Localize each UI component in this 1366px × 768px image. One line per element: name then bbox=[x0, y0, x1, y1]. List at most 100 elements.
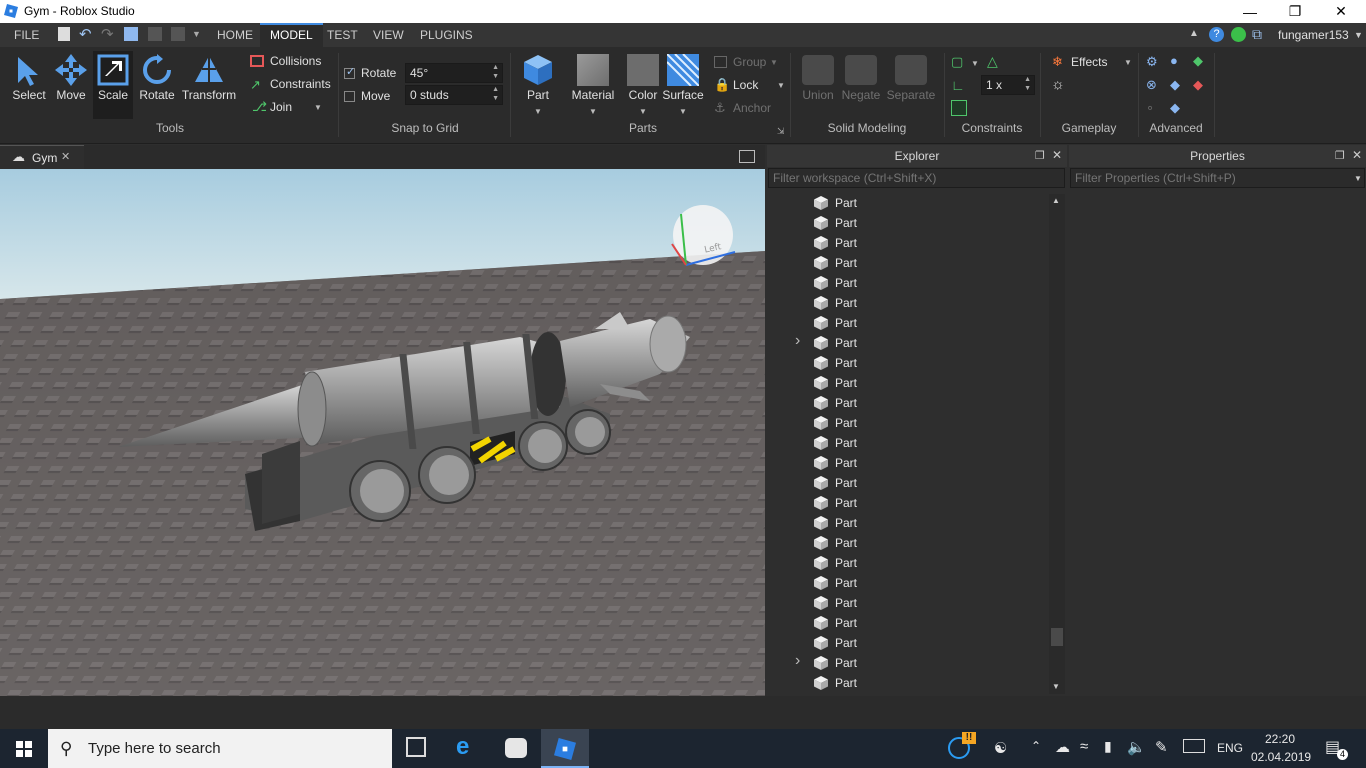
minimize-button[interactable]: — bbox=[1227, 0, 1273, 23]
explorer-close-icon[interactable]: ✕ bbox=[1052, 148, 1062, 162]
tab-test[interactable]: TEST bbox=[317, 23, 368, 47]
new-file-icon[interactable] bbox=[58, 27, 70, 41]
explorer-tree-item[interactable]: Part bbox=[767, 213, 1047, 233]
close-button[interactable]: ✕ bbox=[1318, 0, 1364, 23]
undo-icon[interactable]: ↶ bbox=[79, 25, 92, 43]
advanced-red-icon[interactable]: ◆ bbox=[1193, 77, 1203, 93]
group-button[interactable]: Group ▼ bbox=[714, 54, 784, 72]
advanced-blue-icon[interactable]: ◆ bbox=[1170, 77, 1180, 93]
explorer-tree-item[interactable]: Part bbox=[767, 533, 1047, 553]
expand-chevron-icon[interactable]: › bbox=[795, 331, 800, 351]
explorer-tree-item[interactable]: › Part bbox=[767, 331, 1047, 353]
windows-start-icon[interactable] bbox=[16, 741, 32, 757]
explorer-tree-item[interactable]: Part bbox=[767, 193, 1047, 213]
tab-view[interactable]: VIEW bbox=[363, 23, 414, 47]
explorer-tree-item[interactable]: Part bbox=[767, 413, 1047, 433]
publish-icon[interactable] bbox=[171, 27, 185, 41]
pen-icon[interactable]: ✎ bbox=[1155, 738, 1168, 756]
tab-plugins[interactable]: PLUGINS bbox=[410, 23, 483, 47]
move-snap-input[interactable]: 0 studs ▲ ▼ bbox=[405, 85, 503, 105]
advanced-green-icon[interactable]: ◆ bbox=[1193, 53, 1203, 69]
onedrive-icon[interactable]: ☁ bbox=[1055, 738, 1070, 756]
lock-button[interactable]: 🔒 Lock ▼ bbox=[714, 77, 786, 95]
task-view-icon[interactable] bbox=[406, 737, 426, 757]
tab-model[interactable]: MODEL bbox=[260, 23, 323, 47]
draw-on-top-icon[interactable]: △ bbox=[987, 53, 998, 70]
restore-button[interactable]: ❐ bbox=[1272, 0, 1318, 23]
collision-groups-icon[interactable]: ⊗ bbox=[1146, 77, 1157, 93]
taskbar-search-box[interactable]: ⚲ Type here to search bbox=[48, 729, 392, 768]
expand-chevron-icon[interactable]: › bbox=[795, 651, 800, 671]
tab-close-icon[interactable]: ✕ bbox=[61, 150, 70, 163]
discord-icon[interactable] bbox=[505, 738, 527, 758]
constraint-details-icon[interactable]: ▢ bbox=[951, 54, 963, 70]
save-icon[interactable] bbox=[148, 27, 162, 41]
scroll-up-icon[interactable]: ▲ bbox=[1052, 196, 1060, 205]
advanced-gear-icon[interactable]: ⚙ bbox=[1146, 54, 1158, 70]
transform-tool-button[interactable]: Transform bbox=[180, 53, 238, 103]
explorer-tree-item[interactable]: Part bbox=[767, 353, 1047, 373]
explorer-tree-item[interactable]: Part bbox=[767, 393, 1047, 413]
union-button[interactable]: Union bbox=[798, 53, 838, 113]
collisions-toggle[interactable]: Collisions bbox=[250, 53, 335, 71]
roblox-studio-taskbar-button[interactable] bbox=[541, 729, 589, 768]
separate-button[interactable]: Separate bbox=[884, 53, 938, 113]
explorer-tree-item[interactable]: Part bbox=[767, 573, 1047, 593]
scene-render[interactable]: Left bbox=[0, 169, 765, 696]
part-button[interactable]: Part ▼ bbox=[518, 53, 558, 119]
lighting-sun-icon[interactable]: ☼ bbox=[1051, 76, 1065, 93]
explorer-tree-item[interactable]: Part bbox=[767, 253, 1047, 273]
tab-home[interactable]: HOME bbox=[207, 23, 263, 47]
collapse-ribbon-icon[interactable]: ▲ bbox=[1189, 28, 1199, 39]
tray-expand-icon[interactable]: ⌃ bbox=[1031, 739, 1041, 753]
help-icon[interactable]: ? bbox=[1209, 27, 1224, 42]
3d-viewport[interactable]: Left bbox=[0, 169, 765, 696]
user-dropdown-icon[interactable]: ▼ bbox=[1354, 30, 1363, 40]
join-dropdown[interactable]: ⎇ Join ▼ bbox=[250, 99, 330, 117]
explorer-tree-item[interactable]: Part bbox=[767, 373, 1047, 393]
explorer-tree-item[interactable]: Part bbox=[767, 593, 1047, 613]
explorer-tree-item[interactable]: Part bbox=[767, 673, 1047, 693]
touch-keyboard-icon[interactable] bbox=[1183, 739, 1205, 753]
clock-time[interactable]: 22:20 bbox=[1265, 732, 1295, 746]
constraint-details-dropdown-icon[interactable]: ▼ bbox=[971, 59, 979, 68]
redo-icon[interactable]: ↷ bbox=[101, 25, 114, 43]
negate-button[interactable]: Negate bbox=[840, 53, 882, 113]
device-emulator-icon[interactable] bbox=[739, 150, 755, 163]
rotate-snap-input[interactable]: 45° ▲ ▼ bbox=[405, 63, 503, 83]
material-button[interactable]: Material ▼ bbox=[570, 53, 616, 119]
constraints-toggle[interactable]: ↗ Constraints bbox=[250, 76, 335, 94]
quick-access-dropdown-icon[interactable]: ▼ bbox=[192, 29, 201, 39]
clock-date[interactable]: 02.04.2019 bbox=[1251, 750, 1311, 764]
move-tool-button[interactable]: Move bbox=[50, 53, 92, 103]
status-icon[interactable] bbox=[1231, 27, 1246, 42]
wifi-icon[interactable]: ≈ bbox=[1080, 738, 1088, 755]
rotate-tool-button[interactable]: Rotate bbox=[136, 53, 178, 103]
scale-tool-button[interactable]: Scale bbox=[93, 51, 133, 119]
explorer-tree-item[interactable]: Part bbox=[767, 433, 1047, 453]
explorer-tree-item[interactable]: Part bbox=[767, 493, 1047, 513]
share-icon[interactable]: ⧉ bbox=[1252, 26, 1262, 43]
tab-gym[interactable]: ☁ Gym ✕ bbox=[0, 145, 84, 169]
explorer-tree-item[interactable]: › Part bbox=[767, 651, 1047, 673]
effects-dropdown[interactable]: ❄ Effects ▼ bbox=[1050, 54, 1134, 72]
properties-filter-dropdown-icon[interactable]: ▼ bbox=[1354, 174, 1362, 183]
advanced-disabled-icon[interactable]: ∘ bbox=[1146, 100, 1154, 116]
properties-filter-input[interactable] bbox=[1070, 168, 1365, 188]
scale-constraint-icon[interactable]: ∟ bbox=[951, 77, 965, 93]
scroll-down-icon[interactable]: ▼ bbox=[1052, 682, 1060, 691]
explorer-tree-item[interactable]: Part bbox=[767, 233, 1047, 253]
people-icon[interactable]: ☯ bbox=[994, 739, 1007, 757]
rotate-spinner-icon[interactable]: ▲ ▼ bbox=[492, 63, 499, 81]
edge-browser-icon[interactable]: e bbox=[456, 733, 469, 761]
user-name[interactable]: fungamer153 bbox=[1278, 28, 1349, 42]
explorer-undock-icon[interactable]: ❐ bbox=[1035, 149, 1045, 162]
explorer-tree-item[interactable]: Part bbox=[767, 453, 1047, 473]
explorer-filter-input[interactable] bbox=[768, 168, 1065, 188]
battery-icon[interactable]: ▮ bbox=[1104, 738, 1112, 755]
select-tool-button[interactable]: Select bbox=[8, 53, 50, 103]
tab-file[interactable]: FILE bbox=[4, 23, 49, 47]
constraint-scale-input[interactable]: 1 x ▲ ▼ bbox=[981, 75, 1035, 95]
insert-object-icon[interactable] bbox=[124, 27, 138, 41]
explorer-tree-item[interactable]: Part bbox=[767, 313, 1047, 333]
